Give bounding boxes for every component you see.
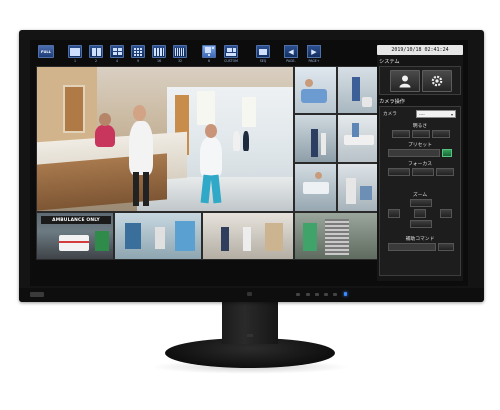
layout-2-button[interactable] [89,45,103,58]
doctor [129,121,153,175]
camera-select[interactable]: ---- ▾ [416,110,456,118]
monitor-screen: FULL 1 2 4 9 16 32 6 CUSTOM SEQ ◀ PAGE- … [30,40,468,286]
pan-center-button[interactable] [414,209,426,218]
camera-ops-label: カメラ操作 [379,99,405,105]
system-section [379,66,461,95]
preset-field[interactable] [388,149,440,157]
ambient-sensor [247,292,252,296]
settings-button[interactable] [422,70,452,92]
user-icon [399,75,411,88]
brightness-label: 明るさ [412,124,428,129]
camera-view-3[interactable] [337,66,379,114]
door [63,85,85,133]
full-label: FULL [41,49,51,54]
layout-1-button[interactable] [68,45,82,58]
camera-select-value: ---- [419,111,425,117]
brightness-down-button[interactable] [392,130,410,138]
layout-4-label: 4 [115,59,119,63]
preset-go-button[interactable] [442,149,452,157]
chevron-down-icon: ▾ [450,111,453,117]
control-panel: 2019/10/18 02:41:24 システム カメラ操作 カメラ ---- [377,45,463,281]
focus-far-button[interactable] [436,168,454,176]
camera-view-main[interactable] [36,66,294,212]
camera-view-7[interactable] [337,163,379,212]
datetime-display: 2019/10/18 02:41:24 [377,45,463,55]
zoom-label: ズーム [412,193,428,198]
layout-4-button[interactable] [110,45,124,58]
page-next-label: PAGE+ [308,59,320,63]
grid-1-icon [70,47,80,56]
brightness-up-button[interactable] [432,130,450,138]
ambulance [59,235,89,251]
brand-logo [30,292,44,297]
user-button[interactable] [390,70,420,92]
layout-32-label: 32 [177,59,183,63]
arrow-right-icon: ▶ [311,47,317,56]
page-prev-button[interactable]: ◀ [284,45,298,58]
camera-view-4[interactable] [294,114,337,163]
layout-6-button[interactable] [202,45,216,58]
system-label: システム [379,59,400,65]
escalator [325,219,349,255]
camera-view-8[interactable]: AMBULANCE ONLY [36,212,114,260]
monitor-button-1[interactable] [296,293,300,296]
page-next-button[interactable]: ▶ [307,45,321,58]
camera-label: カメラ [383,112,397,117]
receptionist [95,125,115,147]
monitor-button-5[interactable] [333,293,337,296]
nurse [200,137,222,177]
camera-view-10[interactable] [202,212,294,260]
aux-command-send-button[interactable] [438,243,454,251]
camera-view-6[interactable] [294,163,337,212]
focus-near-button[interactable] [388,168,410,176]
focus-auto-button[interactable] [412,168,434,176]
pan-right-button[interactable] [440,209,452,218]
layout-32-button[interactable] [173,45,187,58]
layout-16-label: 16 [156,59,162,63]
sequence-label: SEQ [259,59,267,63]
stand-lock-button [247,334,253,337]
layout-1-label: 1 [73,59,77,63]
monitor-button-4[interactable] [324,293,328,296]
aux-command-field[interactable] [388,243,436,251]
camera-view-2[interactable] [294,66,337,114]
layout-16-button[interactable] [152,45,166,58]
layout-custom-label: CUSTOM [224,59,238,63]
page-prev-label: PAGE- [286,59,296,63]
zoom-in-button[interactable] [410,199,432,207]
layout-toolbar: FULL 1 2 4 9 16 32 6 CUSTOM SEQ ◀ PAGE- … [34,45,350,64]
camera-view-5[interactable] [337,114,379,163]
monitor-button-3[interactable] [315,293,319,296]
layout-2-label: 2 [94,59,98,63]
sequence-button[interactable] [256,45,270,58]
monitor-button-2[interactable] [306,293,310,296]
brightness-reset-button[interactable] [412,130,430,138]
camera-view-9[interactable] [114,212,202,260]
camera-ops-section: カメラ ---- ▾ 明るさ プリセット フォーカス ズーム 補助コマンド [379,106,461,276]
focus-label: フォーカス [408,162,432,167]
full-screen-button[interactable]: FULL [38,45,54,58]
monitor-stand-neck [222,302,278,344]
preset-label: プリセット [408,143,432,148]
ambulance-only-sign: AMBULANCE ONLY [41,216,111,224]
arrow-left-icon: ◀ [288,47,294,56]
gear-icon [431,75,443,87]
layout-9-label: 9 [136,59,140,63]
power-led-icon[interactable] [344,292,347,296]
layout-6-label: 6 [207,59,211,63]
pan-left-button[interactable] [388,209,400,218]
zoom-out-button[interactable] [410,220,432,228]
layout-custom-button[interactable] [224,45,238,58]
camera-view-11[interactable] [294,212,379,260]
aux-command-label: 補助コマンド [405,237,435,242]
layout-9-button[interactable] [131,45,145,58]
